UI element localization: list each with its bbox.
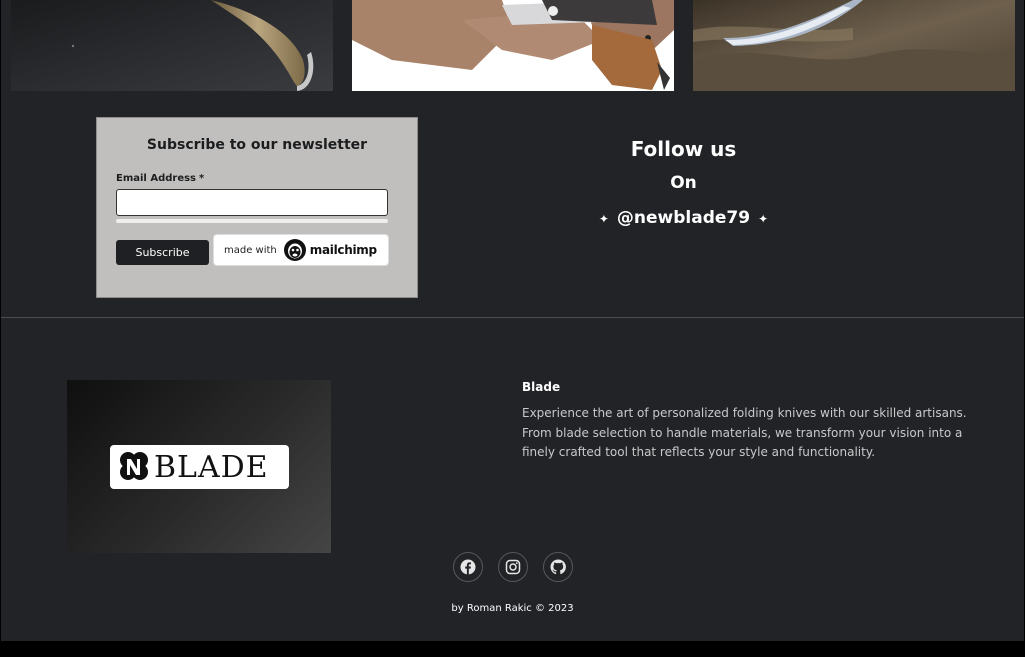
follow-title: Follow us (630, 137, 737, 161)
form-response-bar (116, 219, 388, 223)
mailchimp-icon (283, 239, 306, 261)
required-mark: * (199, 173, 205, 184)
social-links (453, 552, 573, 582)
brand-logo: BLADE (110, 445, 289, 489)
email-field[interactable] (116, 189, 388, 216)
instagram-link[interactable] (498, 552, 528, 582)
page: Subscribe to our newsletter Email Addres… (1, 0, 1024, 641)
brand-description: Experience the art of personalized foldi… (522, 406, 967, 459)
follow-on: On (670, 173, 697, 193)
logo-text: BLADE (154, 449, 269, 485)
knife-photo-icon (11, 0, 333, 91)
social-handle-link[interactable]: @newblade79 (617, 208, 750, 228)
newsletter-title: Subscribe to our newsletter (146, 137, 368, 153)
github-icon (550, 559, 566, 575)
clover-logo-icon (120, 452, 148, 480)
brand-title: Blade (522, 380, 561, 394)
knife-on-wood-photo-icon (693, 0, 1015, 91)
email-label-text: Email Address (116, 173, 197, 184)
follow-section: Follow us On ✦ @newblade79 ✦ (561, 135, 806, 229)
email-label: Email Address * (116, 173, 204, 184)
gallery-photo-2[interactable] (352, 0, 674, 91)
gallery-photo-3[interactable] (693, 0, 1015, 91)
footer-credit: by Roman Rakic © 2023 (451, 603, 574, 614)
sparkle-icon: ✦ (758, 212, 769, 226)
photo-gallery (1, 0, 1024, 92)
badge-brand: mailchimp (309, 243, 377, 257)
instagram-icon (505, 559, 521, 575)
facebook-icon (460, 559, 476, 575)
facebook-link[interactable] (453, 552, 483, 582)
brand-logo-card: BLADE (67, 380, 331, 553)
section-divider (1, 317, 1024, 318)
sparkle-icon: ✦ (598, 212, 609, 226)
mailchimp-badge[interactable]: made with mailchimp (213, 234, 389, 266)
newsletter-form: Subscribe to our newsletter Email Addres… (96, 117, 418, 298)
knife-on-burlap-photo-icon (352, 0, 674, 91)
gallery-photo-1[interactable] (11, 0, 333, 91)
subscribe-button[interactable]: Subscribe (116, 240, 209, 265)
badge-made-with: made with (224, 244, 277, 256)
github-link[interactable] (543, 552, 573, 582)
follow-handle-row: ✦ @newblade79 ✦ (561, 207, 806, 229)
